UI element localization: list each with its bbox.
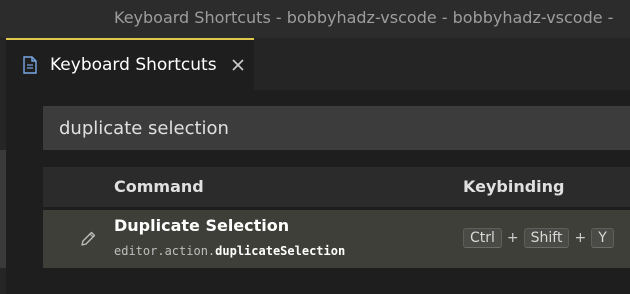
table-row[interactable]: Duplicate Selection editor.action.duplic… [43,210,630,268]
header-command: Command [114,177,204,196]
key-separator: + [506,230,519,246]
command-title: Duplicate Selection [114,216,290,235]
header-keybinding: Keybinding [463,177,565,196]
tab-keyboard-shortcuts[interactable]: Keyboard Shortcuts [6,38,254,90]
key-ctrl: Ctrl [463,228,502,248]
key-separator: + [574,230,587,246]
gutter-mark [0,150,6,268]
key-y: Y [591,228,614,248]
key-shift: Shift [523,228,570,248]
pencil-icon[interactable] [79,230,97,248]
command-id: editor.action.duplicateSelection [114,244,346,258]
table-header: Command Keybinding [43,167,630,207]
close-icon[interactable] [231,58,245,72]
window-title: Keyboard Shortcuts - bobbyhadz-vscode - … [114,8,614,27]
file-icon [23,56,37,74]
search-value: duplicate selection [59,117,229,139]
tab-label: Keyboard Shortcuts [50,55,217,75]
search-input[interactable]: duplicate selection [43,106,630,150]
keybinding[interactable]: Ctrl + Shift + Y [463,228,614,248]
tab-bar: Keyboard Shortcuts [6,38,630,90]
title-bar: Keyboard Shortcuts - bobbyhadz-vscode - … [0,0,630,38]
